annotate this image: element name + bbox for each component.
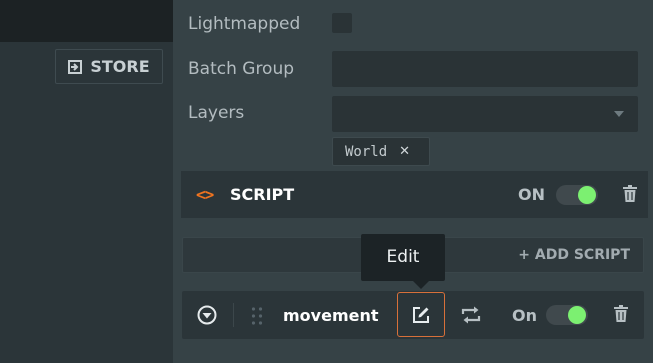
toggle-knob (578, 186, 596, 204)
script-enabled-label: ON (518, 185, 545, 204)
script-state-label: On (512, 306, 537, 325)
tooltip-arrow (413, 281, 429, 289)
batch-group-label: Batch Group (188, 59, 295, 79)
layers-label: Layers (188, 103, 245, 123)
script-enabled-toggle[interactable] (556, 185, 598, 205)
swap-icon[interactable] (460, 305, 482, 325)
edit-script-button[interactable] (397, 292, 445, 337)
code-icon: <> (196, 185, 214, 204)
dropdown-arrow-icon (614, 111, 624, 117)
script-name: movement (283, 306, 379, 325)
layer-tag-label: World (345, 143, 388, 160)
lightmapped-checkbox[interactable] (332, 13, 352, 33)
tooltip-text: Edit (386, 247, 420, 267)
script-toggle[interactable] (546, 305, 588, 325)
edit-icon (413, 306, 429, 323)
store-button[interactable]: STORE (55, 49, 163, 84)
close-icon[interactable]: ✕ (399, 144, 410, 159)
trash-icon[interactable] (623, 185, 637, 202)
layers-select[interactable] (332, 96, 638, 132)
grip-icon[interactable] (251, 306, 263, 326)
add-script-button[interactable]: + ADD SCRIPT (518, 247, 630, 263)
collapse-icon[interactable] (197, 305, 217, 325)
lightmapped-label: Lightmapped (188, 14, 301, 34)
edit-tooltip: Edit (361, 234, 445, 281)
store-button-label: STORE (90, 57, 150, 76)
toggle-knob (568, 306, 586, 324)
trash-icon[interactable] (614, 305, 628, 322)
row-divider (233, 303, 234, 327)
left-panel (0, 92, 173, 363)
script-component-title: SCRIPT (230, 185, 295, 204)
layer-tag-world: World ✕ (332, 137, 430, 166)
viewport-top-bar (0, 0, 173, 42)
store-icon (68, 59, 83, 74)
batch-group-field[interactable] (332, 51, 638, 87)
